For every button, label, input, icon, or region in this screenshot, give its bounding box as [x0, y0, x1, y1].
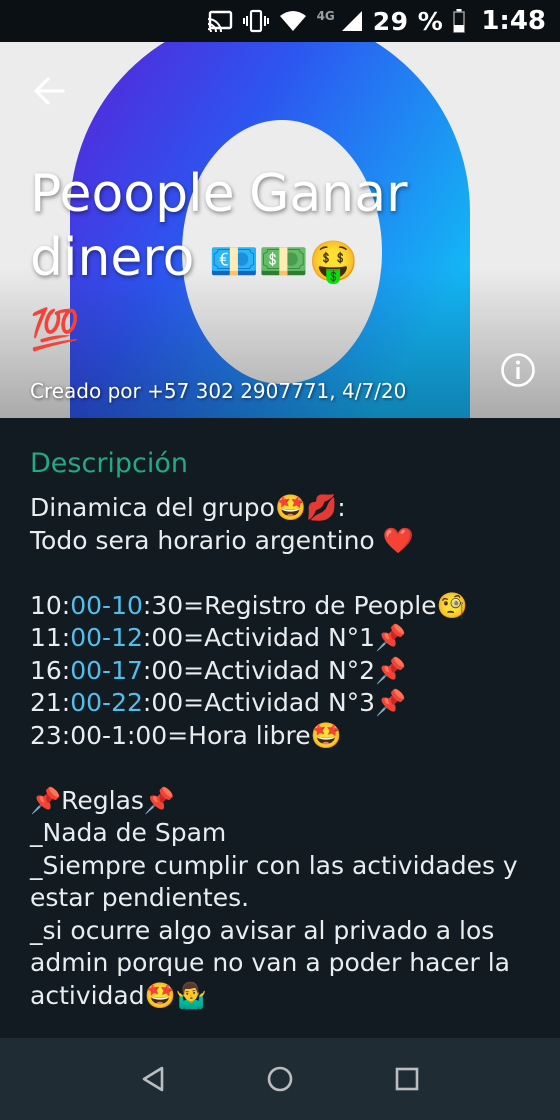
wifi-icon	[279, 10, 307, 32]
rule-item: estar pendientes.	[30, 883, 250, 912]
schedule-line: 10:00-10:30=Registro de People🧐	[30, 590, 468, 620]
description-line: Dinamica del grupo🤩💋:	[30, 493, 346, 522]
nav-back-button[interactable]	[128, 1054, 178, 1104]
vibrate-icon	[242, 9, 269, 33]
description-line: Todo sera horario argentino ❤️	[30, 525, 414, 555]
status-bar: 4G 29 % 1:48	[0, 0, 560, 42]
nav-home-icon	[267, 1066, 293, 1092]
rule-item: _Siempre cumplir con las actividades y	[30, 850, 518, 880]
rule-item: actividad🤩🤷‍♂️	[30, 980, 207, 1010]
schedule-line: 21:00-22:00=Actividad N°3📌	[30, 688, 407, 717]
group-info-screen: 4G 29 % 1:48 Peoople Ganar dinero 💶💵🤑 💯 …	[0, 0, 560, 1120]
schedule-link[interactable]: 00-22	[70, 688, 143, 717]
info-icon[interactable]	[500, 352, 536, 388]
nav-recents-button[interactable]	[382, 1054, 432, 1104]
clock: 1:48	[481, 6, 546, 36]
rule-item: _si ocurre algo avisar al privado a los	[30, 915, 495, 945]
group-title-line3: 💯	[30, 307, 80, 353]
nav-back-icon	[143, 1066, 164, 1092]
schedule-link[interactable]: 00-10	[70, 591, 143, 620]
description-text[interactable]: Dinamica del grupo🤩💋: Todo sera horario …	[30, 492, 530, 1012]
arrow-left-icon	[34, 77, 65, 105]
created-by-text: Creado por +57 302 2907771, 4/7/20	[30, 379, 407, 403]
schedule-link[interactable]: 00-17	[70, 656, 143, 685]
description-line-blank	[30, 752, 530, 785]
group-title-line2: dinero	[30, 228, 195, 288]
battery-icon	[453, 9, 466, 33]
network-type: 4G	[316, 9, 335, 23]
group-header: Peoople Ganar dinero 💶💵🤑 💯 Creado por +5…	[0, 42, 560, 418]
schedule-link[interactable]: 00-12	[70, 623, 143, 652]
back-button[interactable]	[26, 68, 72, 114]
system-nav-bar	[0, 1038, 560, 1120]
cast-icon	[207, 10, 233, 32]
group-title-emojis: 💶💵🤑	[209, 239, 359, 285]
battery-percentage: 29 %	[372, 6, 444, 36]
group-title-line1: Peoople Ganar	[30, 164, 408, 224]
rule-item: _Nada de Spam	[30, 818, 227, 847]
group-title: Peoople Ganar dinero 💶💵🤑 💯	[30, 162, 500, 362]
schedule-line: 16:00-17:00=Actividad N°2📌	[30, 655, 407, 685]
schedule-line: 11:00-12:00=Actividad N°1📌	[30, 623, 407, 652]
nav-recents-icon	[395, 1067, 418, 1091]
description-heading: Descripción	[30, 448, 189, 479]
description-line-blank	[30, 557, 530, 590]
signal-icon	[341, 10, 363, 32]
nav-home-button[interactable]	[255, 1054, 305, 1104]
rule-item: admin porque no van a poder hacer la	[30, 948, 511, 977]
description-section: Descripción Dinamica del grupo🤩💋: Todo s…	[0, 418, 560, 1038]
rules-heading: 📌Reglas📌	[30, 785, 176, 815]
description-line: 23:00-1:00=Hora libre🤩	[30, 720, 342, 750]
